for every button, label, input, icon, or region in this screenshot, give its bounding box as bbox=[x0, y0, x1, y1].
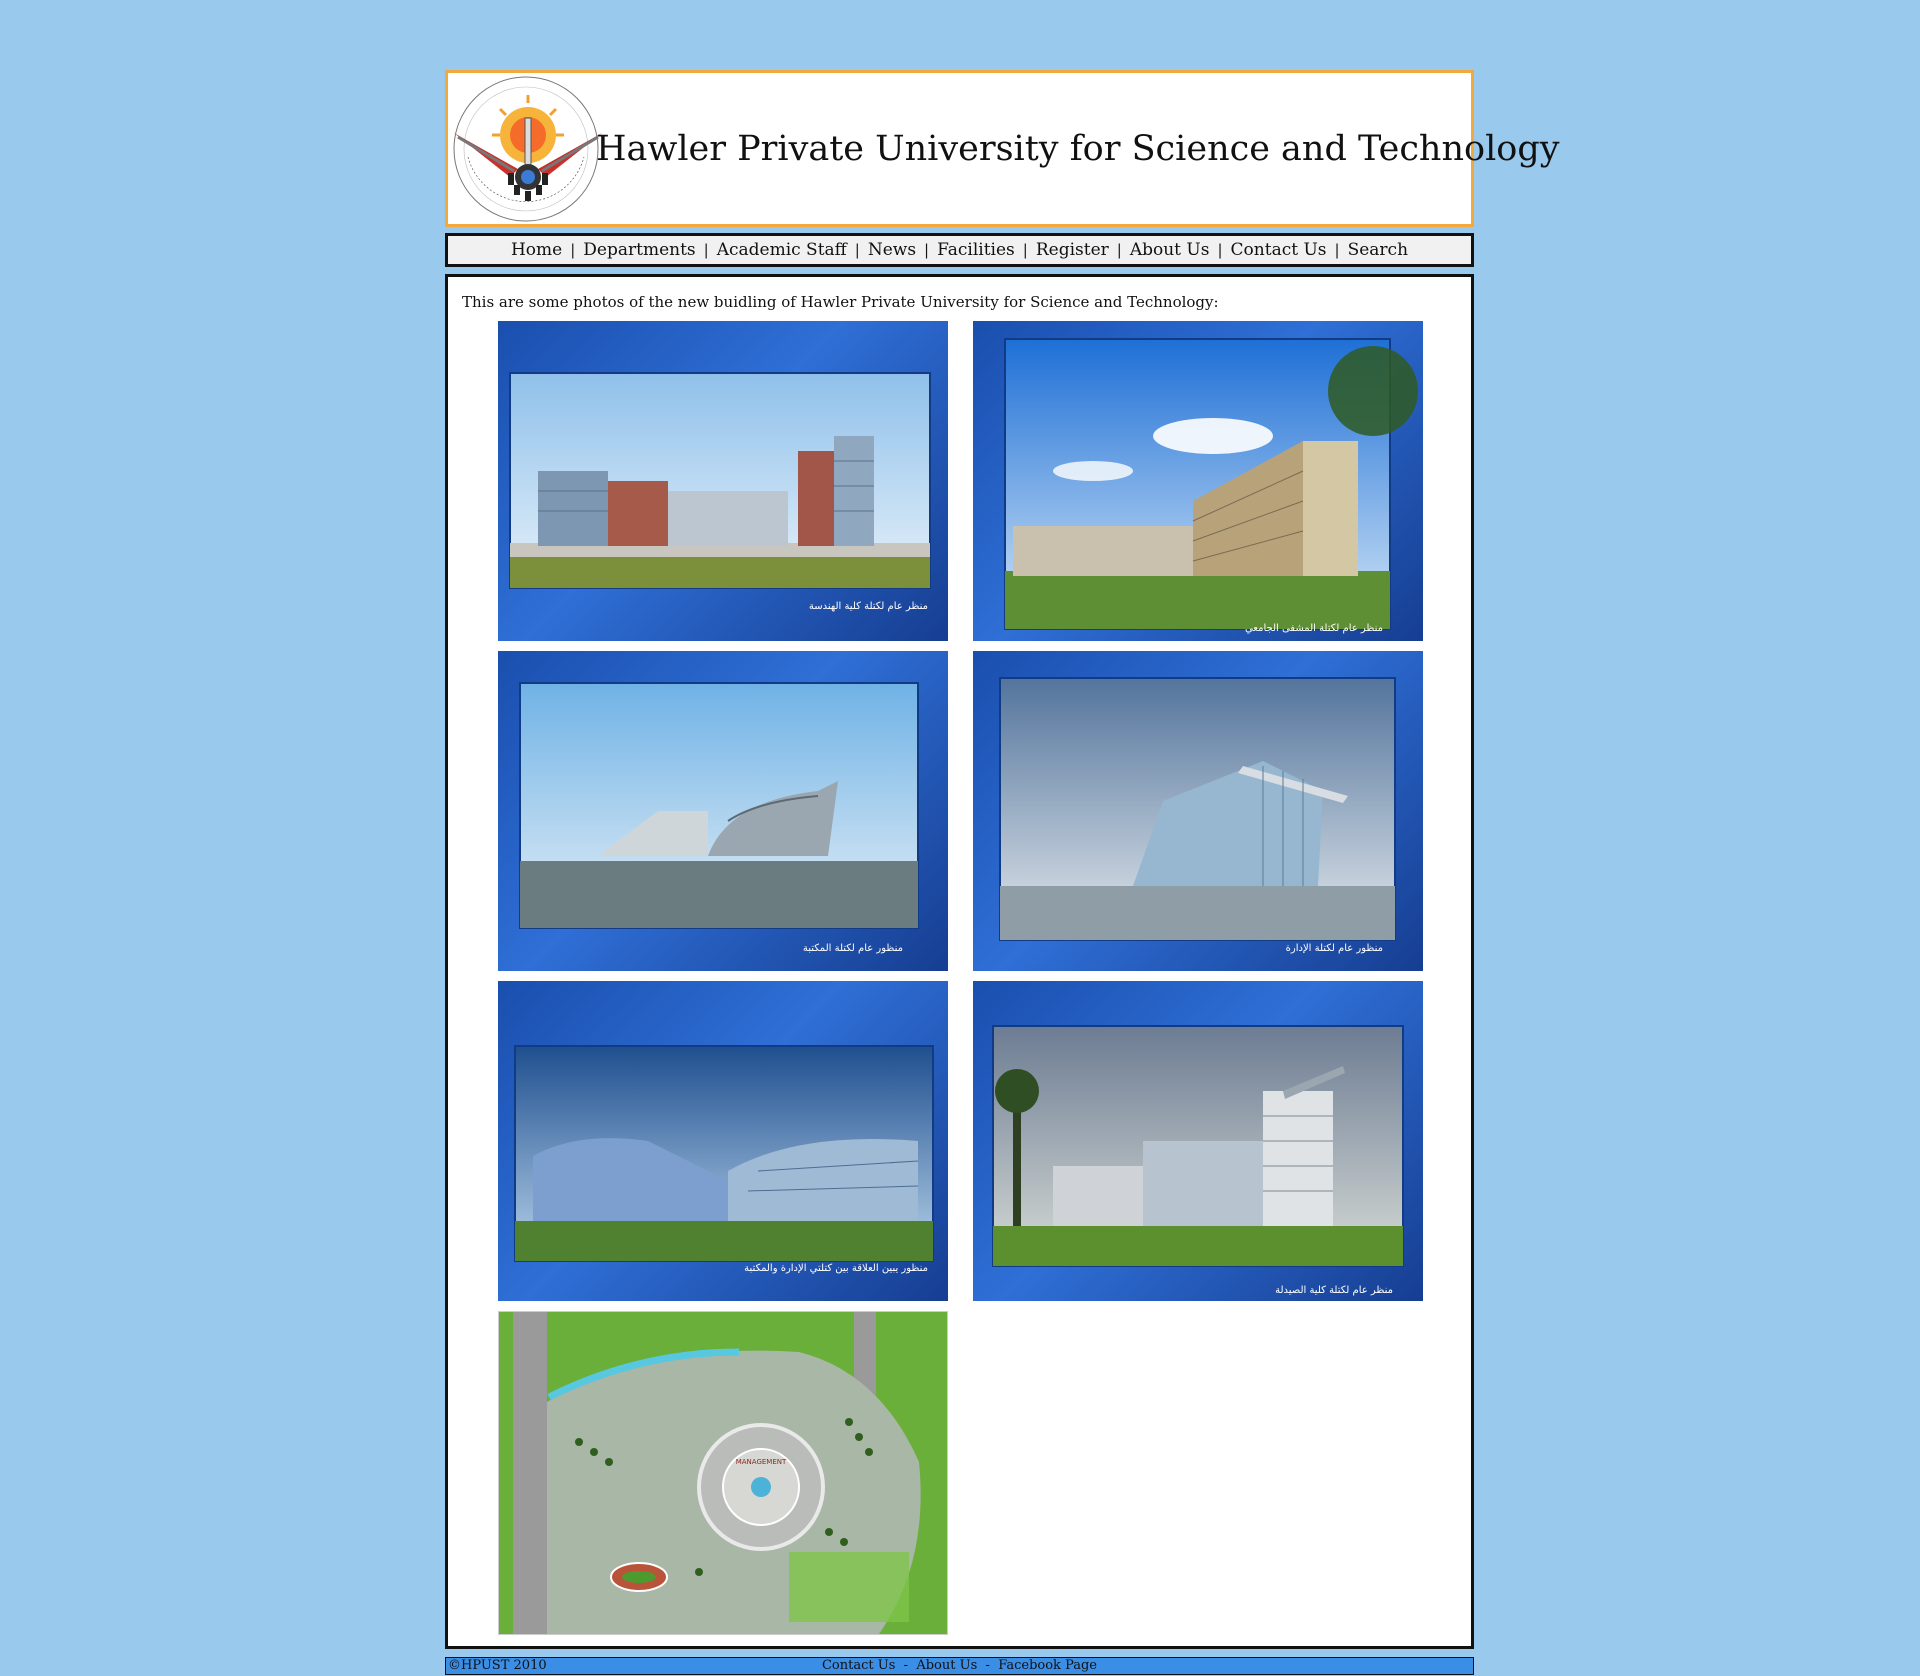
campus-site-plan[interactable]: MANAGEMENT bbox=[498, 1311, 948, 1635]
nav-news[interactable]: News bbox=[860, 240, 924, 260]
photo-caption: منظور عام لكتلة الإدارة bbox=[1286, 943, 1383, 954]
photo-caption: منظر عام لكتلة المشفى الجامعي bbox=[1245, 623, 1383, 634]
building-photo-pharmacy[interactable]: منظر عام لكتلة كلية الصيدلة bbox=[973, 981, 1423, 1301]
building-photo-hospital[interactable]: منظر عام لكتلة المشفى الجامعي bbox=[973, 321, 1423, 641]
footer-link-facebook-page[interactable]: Facebook Page bbox=[998, 1658, 1097, 1673]
building-photo-engineering[interactable]: منظر عام لكتلة كلية الهندسة bbox=[498, 321, 948, 641]
plan-label: MANAGEMENT bbox=[736, 1458, 787, 1466]
footer-links: Contact Us - About Us - Facebook Page bbox=[446, 1658, 1473, 1673]
footer-separator: - bbox=[985, 1658, 990, 1673]
nav-home[interactable]: Home bbox=[503, 240, 570, 260]
photo-caption: منظور يبين العلاقة بين كتلتي الإدارة وال… bbox=[744, 1263, 928, 1274]
nav-departments[interactable]: Departments bbox=[575, 240, 703, 260]
photo-caption: منظر عام لكتلة كلية الصيدلة bbox=[1275, 1285, 1393, 1296]
main-content: This are some photos of the new buidling… bbox=[445, 274, 1474, 1649]
university-logo[interactable] bbox=[448, 73, 608, 224]
site-header: Hawler Private University for Science an… bbox=[445, 70, 1560, 227]
nav-academic-staff[interactable]: Academic Staff bbox=[709, 240, 855, 260]
photo-caption: منظر عام لكتلة كلية الهندسة bbox=[809, 601, 928, 612]
intro-text: This are some photos of the new buidling… bbox=[462, 293, 1219, 311]
nav-contact-us[interactable]: Contact Us bbox=[1223, 240, 1335, 260]
photo-caption: منظور عام لكتلة المكتبة bbox=[803, 943, 903, 954]
nav-about-us[interactable]: About Us bbox=[1122, 240, 1218, 260]
building-photo-administration[interactable]: منظور عام لكتلة الإدارة bbox=[973, 651, 1423, 971]
nav-register[interactable]: Register bbox=[1028, 240, 1117, 260]
footer-link-about-us[interactable]: About Us bbox=[916, 1658, 977, 1673]
nav-search[interactable]: Search bbox=[1340, 240, 1416, 260]
main-nav: Home | Departments | Academic Staff | Ne… bbox=[445, 233, 1474, 267]
site-title: Hawler Private University for Science an… bbox=[596, 128, 1560, 169]
nav-facilities[interactable]: Facilities bbox=[929, 240, 1023, 260]
building-photo-library[interactable]: منظور عام لكتلة المكتبة bbox=[498, 651, 948, 971]
page-container: Hawler Private University for Science an… bbox=[445, 70, 1560, 1675]
site-footer: ©HPUST 2010 Contact Us - About Us - Face… bbox=[445, 1657, 1474, 1675]
building-photo-admin-library[interactable]: منظور يبين العلاقة بين كتلتي الإدارة وال… bbox=[498, 981, 948, 1301]
footer-separator: - bbox=[903, 1658, 909, 1673]
footer-link-contact-us[interactable]: Contact Us bbox=[822, 1658, 895, 1673]
